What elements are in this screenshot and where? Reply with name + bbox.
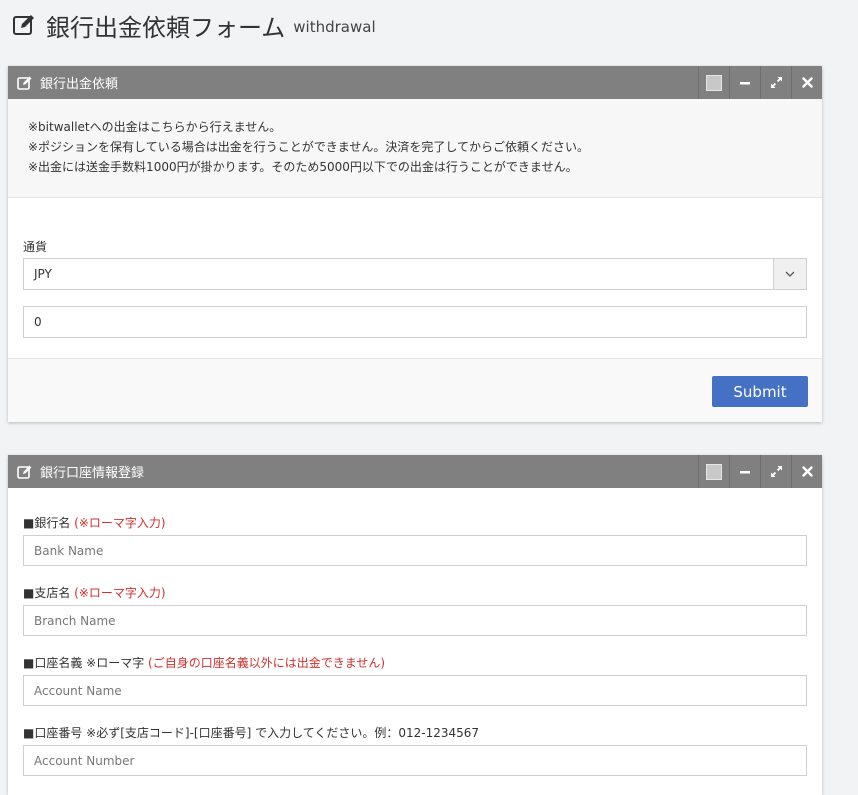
bank-account-panel: 銀行口座情報登録 ■銀行名 (※ローマ字入力) Bank Name ■支店名 (… (8, 455, 822, 795)
fullscreen-button[interactable] (760, 455, 791, 488)
minimize-button[interactable] (729, 66, 760, 99)
currency-select[interactable]: JPY (23, 258, 807, 290)
bank-name-input[interactable] (23, 535, 807, 566)
panel-footer: Submit (8, 358, 822, 422)
bank-form: ■銀行名 (※ローマ字入力) ■支店名 (※ローマ字入力) ■口座名義 ※ローマ… (8, 488, 822, 776)
close-icon (801, 77, 813, 88)
branch-name-label: ■支店名 (※ローマ字入力) (23, 584, 807, 601)
panel-header: 銀行口座情報登録 (8, 455, 822, 488)
page-header: 銀行出金依頼フォーム withdrawal (12, 8, 376, 42)
withdrawal-form: 通貨 JPY (8, 198, 822, 358)
minimize-button[interactable] (729, 455, 760, 488)
account-name-note: (ご自身の口座名義以外には出金できません) (148, 656, 386, 670)
panel-tools (698, 455, 822, 488)
page-title: 銀行出金依頼フォーム (46, 13, 286, 42)
panel-title: 銀行出金依頼 (40, 77, 119, 92)
expand-icon (770, 77, 782, 88)
expand-icon (770, 466, 782, 477)
color-toggle-button[interactable] (698, 455, 729, 488)
submit-button[interactable]: Submit (712, 376, 808, 407)
branch-name-label-text: ■支店名 (23, 586, 71, 600)
edit-icon (17, 465, 32, 479)
edit-icon (13, 15, 34, 35)
currency-selected-value: JPY (34, 267, 52, 281)
account-name-input[interactable] (23, 675, 807, 706)
minus-icon (740, 470, 750, 473)
branch-name-note: (※ローマ字入力) (74, 586, 166, 600)
square-icon (706, 74, 722, 91)
panel-title: 銀行口座情報登録 (40, 466, 145, 481)
notice-box: ※bitwalletへの出金はこちらから行えません。 ※ポジションを保有している… (8, 99, 822, 198)
amount-input[interactable] (23, 306, 807, 338)
account-number-input[interactable] (23, 745, 807, 776)
account-name-label: ■口座名義 ※ローマ字 (ご自身の口座名義以外には出金できません) (23, 654, 807, 671)
account-number-label: ■口座番号 ※必ず[支店コード]-[口座番号] で入力してください。例：012-… (23, 724, 807, 741)
close-icon (801, 466, 813, 477)
bank-name-label-text: ■銀行名 (23, 516, 71, 530)
bank-name-label: ■銀行名 (※ローマ字入力) (23, 514, 807, 531)
panel-tools (698, 66, 822, 99)
color-toggle-button[interactable] (698, 66, 729, 99)
bank-name-note: (※ローマ字入力) (74, 516, 166, 530)
close-button[interactable] (791, 66, 822, 99)
panel-header: 銀行出金依頼 (8, 66, 822, 99)
account-name-label-text: ■口座名義 ※ローマ字 (23, 656, 145, 670)
withdrawal-panel: 銀行出金依頼 ※bitwalletへの出金はこちらから行えません。 ※ポジション… (8, 66, 822, 422)
branch-name-input[interactable] (23, 605, 807, 636)
close-button[interactable] (791, 455, 822, 488)
currency-label: 通貨 (23, 240, 48, 254)
page-subtitle: withdrawal (293, 18, 376, 36)
notice-line: ※ポジションを保有している場合は出金を行うことができません。決済を完了してからご… (28, 140, 589, 154)
notice-line: ※bitwalletへの出金はこちらから行えません。 (28, 120, 282, 134)
minus-icon (740, 81, 750, 84)
edit-icon (17, 76, 32, 90)
square-icon (706, 463, 722, 480)
fullscreen-button[interactable] (760, 66, 791, 99)
chevron-down-icon (785, 271, 795, 277)
select-arrow[interactable] (773, 259, 806, 289)
notice-line: ※出金には送金手数料1000円が掛かります。そのため5000円以下での出金は行う… (28, 160, 578, 174)
account-number-label-text: ■口座番号 ※必ず[支店コード]-[口座番号] で入力してください。例：012-… (23, 726, 480, 740)
